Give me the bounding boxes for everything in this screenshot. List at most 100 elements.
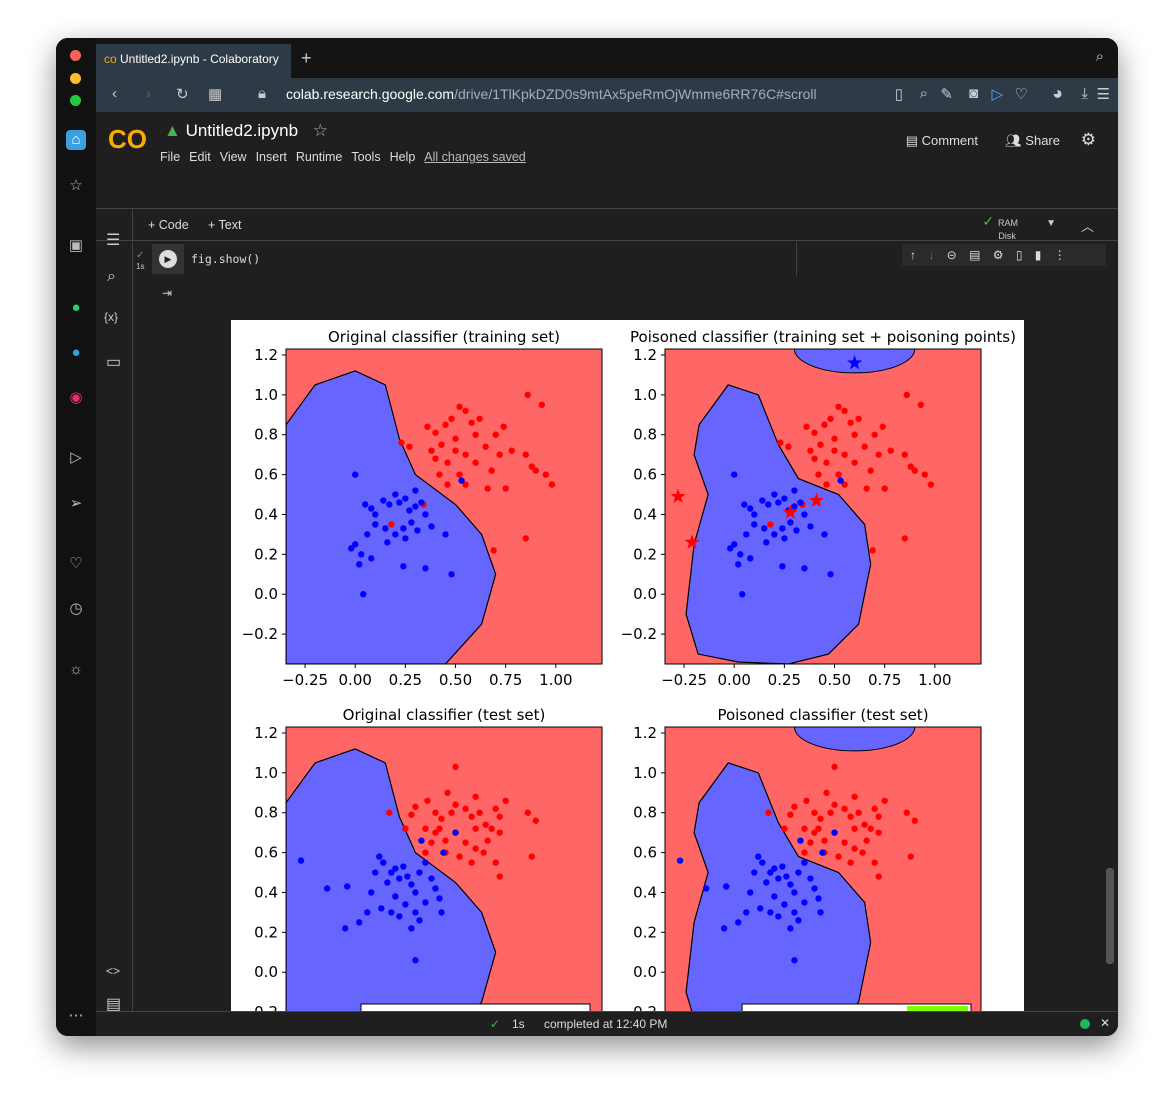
menu-file[interactable]: File xyxy=(160,150,180,164)
menu-edit[interactable]: Edit xyxy=(189,150,211,164)
instagram-icon[interactable]: ◉ xyxy=(66,388,86,408)
new-tab-button[interactable]: + xyxy=(301,48,312,69)
red-point xyxy=(524,391,531,399)
bag-icon[interactable]: ▣ xyxy=(66,236,86,256)
red-point xyxy=(462,805,469,812)
red-point xyxy=(801,849,808,856)
close-icon[interactable]: ✕ xyxy=(1100,1016,1110,1030)
red-point xyxy=(436,825,443,832)
menu-insert[interactable]: Insert xyxy=(256,150,287,164)
code-snippets-icon[interactable]: <> xyxy=(106,964,120,978)
blue-point xyxy=(380,497,387,504)
url-field[interactable]: colab.research.google.com/drive/1TlKpkDZ… xyxy=(286,86,817,102)
lightbulb-icon[interactable]: ☼ xyxy=(66,660,86,680)
search-icon[interactable]: ⌕ xyxy=(107,268,116,286)
blue-point xyxy=(747,555,754,562)
code-cell-editor[interactable]: fig.show() xyxy=(191,252,260,266)
blue-point xyxy=(360,591,367,598)
blue-point xyxy=(791,909,798,916)
y-tick-label: 0.0 xyxy=(633,585,657,603)
collapse-icon[interactable]: ︿ xyxy=(1081,216,1094,235)
blue-point xyxy=(761,525,768,532)
x-tick-label: 1.00 xyxy=(539,671,572,689)
y-tick-label: 0.2 xyxy=(254,545,278,563)
grid-icon[interactable]: ▦ xyxy=(208,85,222,103)
red-point xyxy=(484,837,491,844)
notebook-name[interactable]: Untitled2.ipynb xyxy=(186,121,298,140)
camera-icon[interactable]: ◙ xyxy=(969,85,978,102)
maximize-window-button[interactable] xyxy=(70,95,81,106)
red-point xyxy=(492,431,499,438)
search-icon[interactable]: ⌕ xyxy=(1096,48,1104,65)
files-icon[interactable]: ▭ xyxy=(106,352,121,372)
whatsapp-icon[interactable]: ● xyxy=(66,298,86,318)
browser-tab[interactable]: co Untitled2.ipynb - Colaboratory xyxy=(96,44,291,78)
menu-runtime[interactable]: Runtime xyxy=(296,150,343,164)
comment-button[interactable]: ▤ Comment xyxy=(906,133,978,149)
red-point xyxy=(817,441,824,448)
red-point xyxy=(879,423,886,430)
play-icon[interactable]: ▷ xyxy=(66,448,86,468)
scrollbar[interactable] xyxy=(1106,868,1114,964)
red-point xyxy=(500,423,507,430)
heart-icon[interactable]: ♡ xyxy=(1015,85,1028,103)
edit-icon[interactable]: ✎ xyxy=(940,85,953,103)
close-window-button[interactable] xyxy=(70,50,81,61)
settings-sliders-icon[interactable]: ☰ xyxy=(1097,85,1110,103)
blue-point xyxy=(791,889,798,896)
home-icon[interactable]: ⌂ xyxy=(66,130,86,150)
blue-point xyxy=(384,879,391,886)
clock-icon[interactable]: ◷ xyxy=(66,599,86,619)
red-point xyxy=(476,415,483,422)
blue-point xyxy=(442,531,449,538)
resource-monitor[interactable]: ✓ RAM Disk xyxy=(982,214,1018,243)
forward-icon[interactable]: › xyxy=(146,85,151,102)
send-icon[interactable]: ▷ xyxy=(991,85,1003,103)
x-tick-label: 0.75 xyxy=(489,671,522,689)
zoom-icon[interactable]: ⌕ xyxy=(920,85,928,102)
menu-view[interactable]: View xyxy=(220,150,247,164)
blue-point xyxy=(382,525,389,532)
y-tick-label: 0.6 xyxy=(254,844,278,862)
share-button[interactable]: 👥︎ Share xyxy=(1005,133,1060,149)
blue-point xyxy=(676,857,684,864)
toc-icon[interactable]: ☰ xyxy=(106,230,120,250)
minimize-window-button[interactable] xyxy=(70,73,81,84)
red-point xyxy=(823,789,830,796)
blue-point xyxy=(400,563,407,570)
run-cell-button[interactable]: ▶ xyxy=(159,250,177,268)
figure-svg: Original classifier (training set) −0.25 0… xyxy=(242,328,1016,1036)
cell-toolbar[interactable]: ↑ ↓ ⊝ ▤ ⚙ ▯ ▮ ⋮ xyxy=(902,244,1106,266)
red-point xyxy=(480,849,487,856)
reader-icon[interactable]: ▯ xyxy=(895,85,903,103)
red-point xyxy=(388,521,395,528)
red-point xyxy=(490,547,497,554)
dropdown-icon[interactable]: ▼ xyxy=(1046,218,1056,229)
settings-gear-icon[interactable]: ⚙ xyxy=(1081,130,1096,150)
red-point xyxy=(911,817,918,824)
menu-tools[interactable]: Tools xyxy=(351,150,380,164)
save-status-link[interactable]: All changes saved xyxy=(424,150,525,164)
add-text-button[interactable]: + Text xyxy=(208,218,241,232)
blue-point xyxy=(392,531,399,538)
y-tick-label: 0.2 xyxy=(254,923,278,941)
menu-help[interactable]: Help xyxy=(390,150,416,164)
red-point xyxy=(522,535,529,542)
variables-icon[interactable]: {x} xyxy=(104,310,118,324)
star-icon[interactable]: ☆ xyxy=(66,176,86,196)
blue-point xyxy=(793,527,800,534)
heart-icon[interactable]: ♡ xyxy=(66,554,86,574)
more-icon[interactable]: ⋯ xyxy=(66,1006,86,1026)
reload-icon[interactable]: ↻ xyxy=(176,85,189,103)
telegram-icon[interactable]: ● xyxy=(66,343,86,363)
red-point xyxy=(835,853,842,860)
output-icon[interactable]: ⇥ xyxy=(162,286,172,300)
download-icon[interactable]: ⤓ xyxy=(1081,85,1088,102)
add-code-button[interactable]: + Code xyxy=(148,218,189,232)
star-icon[interactable]: ☆ xyxy=(313,121,328,140)
blue-point xyxy=(358,551,365,558)
red-point xyxy=(901,535,908,542)
back-icon[interactable]: ‹ xyxy=(112,85,117,102)
profile-avatar[interactable]: ◕ xyxy=(1052,83,1063,104)
send-icon[interactable]: ➢ xyxy=(66,494,86,514)
